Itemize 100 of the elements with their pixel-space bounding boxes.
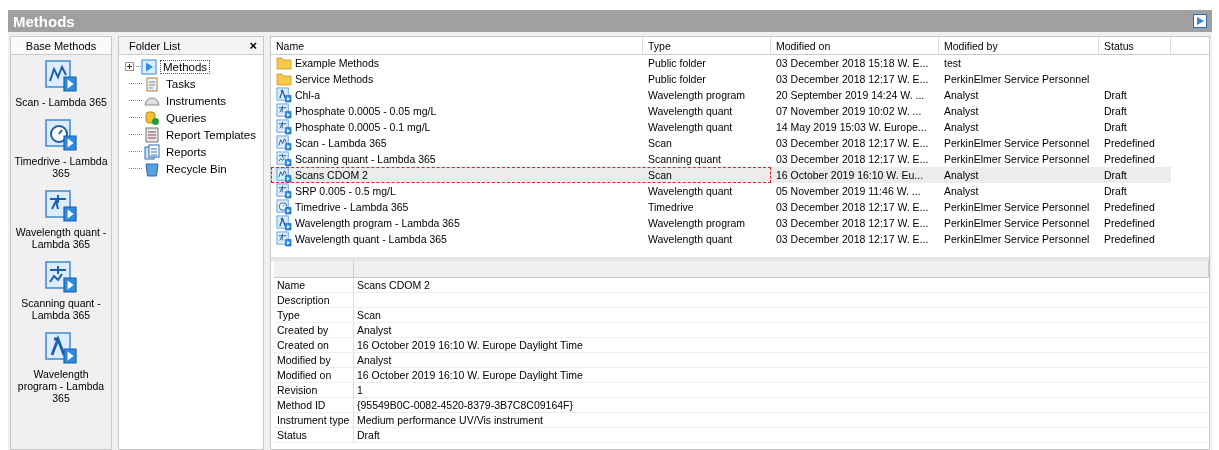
table-row[interactable]: Wavelength program - Lambda 365 Wavelength program 03 December 2018 12:17 W. E... PerkinElmer Service Personnel Predefined	[271, 215, 1171, 231]
table-row[interactable]: Phosphate 0.0005 - 0.05 mg/L Wavelength quant 07 November 2019 10:02 W. ... Analyst Draft	[271, 103, 1171, 119]
table-cell: Scans CDOM 2	[271, 167, 643, 183]
table-cell-text: Analyst	[943, 120, 980, 135]
base-method-label[interactable]: Timedrive - Lambda 365	[13, 155, 109, 179]
table-cell-text: Draft	[1103, 120, 1128, 135]
table-cell-text: Draft	[1103, 184, 1128, 199]
table-cell-text: Analyst	[943, 104, 980, 119]
table-cell-text: 03 December 2018 15:18 W. E...	[775, 56, 930, 71]
scale-icon	[276, 231, 292, 247]
property-label: Modified on	[274, 368, 354, 383]
table-cell-text: Analyst	[943, 168, 980, 183]
column-header[interactable]: Type	[643, 37, 771, 55]
table-cell: SRP 0.005 - 0.5 mg/L	[271, 183, 643, 199]
table-row[interactable]: SRP 0.005 - 0.5 mg/L Wavelength quant 05 November 2019 11:46 W. ... Analyst Draft	[271, 183, 1171, 199]
table-cell-text: Predefined	[1103, 152, 1156, 167]
table-cell: Wavelength quant - Lambda 365	[271, 231, 643, 247]
table-cell: Wavelength program - Lambda 365	[271, 215, 643, 231]
table-cell-text: Draft	[1103, 168, 1128, 183]
table-cell-text: test	[943, 56, 962, 71]
table-cell: Timedrive - Lambda 365	[271, 199, 643, 215]
table-cell: Example Methods	[271, 55, 643, 71]
property-value: Analyst	[357, 354, 392, 366]
stopwatch-icon	[44, 118, 78, 152]
lambda-icon	[276, 87, 292, 103]
column-header[interactable]: Modified on	[771, 37, 939, 55]
table-cell-text: PerkinElmer Service Personnel	[943, 232, 1091, 247]
table-cell-text: Scan	[647, 168, 673, 183]
table-cell: Phosphate 0.0005 - 0.05 mg/L	[271, 103, 643, 119]
table-cell-text: Draft	[1103, 104, 1128, 119]
table-cell-text: Predefined	[1103, 232, 1156, 247]
folder-item[interactable]: Tasks	[163, 76, 199, 91]
table-cell-text: 03 December 2018 12:17 W. E...	[775, 232, 930, 247]
property-value: Analyst	[357, 324, 392, 336]
column-header[interactable]: Name	[271, 37, 643, 55]
table-row[interactable]: Scan - Lambda 365 Scan 03 December 2018 12:17 W. E... PerkinElmer Service Personnel Predefined	[271, 135, 1171, 151]
property-value: {95549B0C-0082-4520-8379-3B7C8C09164F}	[357, 399, 573, 411]
folder-item[interactable]: Methods	[160, 59, 211, 74]
chart-icon	[44, 59, 78, 93]
property-label: Instrument type	[274, 413, 354, 428]
table-row[interactable]: Chl-a Wavelength program 20 September 2019 14:24 W. ... Analyst Draft	[271, 87, 1171, 103]
close-button[interactable]: ×	[249, 38, 257, 53]
table-row[interactable]: Scanning quant - Lambda 365 Scanning quant 03 December 2018 12:17 W. E... PerkinElmer Service Personnel Predefined	[271, 151, 1171, 167]
table-row[interactable]: Scans CDOM 2 Scan 16 October 2019 16:10 W. Eu... Analyst Draft	[271, 167, 1171, 183]
table-cell-text: 14 May 2019 15:03 W. Europe...	[775, 120, 928, 135]
property-value: Draft	[357, 429, 380, 441]
table-row[interactable]: Timedrive - Lambda 365 Timedrive 03 December 2018 12:17 W. E... PerkinElmer Service Personnel Predefined	[271, 199, 1171, 215]
table-cell-text: 16 October 2019 16:10 W. Eu...	[775, 168, 925, 183]
folder-item[interactable]: Instruments	[163, 93, 230, 108]
chart-icon	[276, 167, 292, 183]
play-icon[interactable]	[1193, 14, 1207, 28]
table-cell: Scanning quant - Lambda 365	[271, 151, 643, 167]
folder-item[interactable]: Queries	[163, 110, 210, 125]
table-cell-text: Analyst	[943, 184, 980, 199]
scale-icon	[276, 183, 292, 199]
property-label: Modified by	[274, 353, 354, 368]
stopwatch-icon	[276, 199, 292, 215]
property-label: Method ID	[274, 398, 354, 413]
base-method-label[interactable]: Scanning quant - Lambda 365	[13, 297, 109, 321]
table-row[interactable]: Wavelength quant - Lambda 365 Wavelength quant 03 December 2018 12:17 W. E... PerkinElmer Service Personnel Predefined	[271, 231, 1171, 247]
property-value: Medium performance UV/Vis instrument	[357, 414, 543, 426]
table-row[interactable]: Phosphate 0.0005 - 0.1 mg/L Wavelength quant 14 May 2019 15:03 W. Europe... Analyst Draft	[271, 119, 1171, 135]
table-cell-text: PerkinElmer Service Personnel	[943, 152, 1091, 167]
scale-icon	[276, 119, 292, 135]
table-cell-text: Analyst	[943, 88, 980, 103]
table-cell-text: Predefined	[1103, 200, 1156, 215]
expand-icon[interactable]	[125, 62, 134, 71]
scale-icon	[276, 103, 292, 119]
table-cell: Chl-a	[271, 87, 643, 103]
folder-item[interactable]: Report Templates	[163, 127, 259, 142]
chart-icon	[276, 135, 292, 151]
table-cell: Phosphate 0.0005 - 0.1 mg/L	[271, 119, 643, 135]
table-cell-text: Public folder	[647, 72, 707, 87]
window-title: Methods	[13, 12, 75, 30]
table-cell-text: Timedrive	[647, 200, 695, 215]
table-cell-text: Wavelength program	[647, 216, 747, 231]
table-cell-text: Scanning quant	[647, 152, 722, 167]
column-header[interactable]: Status	[1099, 37, 1171, 55]
property-label: Created on	[274, 338, 354, 353]
table-cell-text: PerkinElmer Service Personnel	[943, 216, 1091, 231]
property-label: Type	[274, 308, 354, 323]
database-icon	[144, 109, 160, 126]
folder-item[interactable]: Recycle Bin	[163, 161, 230, 176]
scale-chart-icon	[44, 260, 78, 294]
table-cell-text: Predefined	[1103, 216, 1156, 231]
column-header[interactable]: Modified by	[939, 37, 1099, 55]
property-value: Scans CDOM 2	[357, 279, 430, 291]
table-cell-text: Draft	[1103, 88, 1128, 103]
table-cell-text: Wavelength quant	[647, 232, 734, 247]
folder-item[interactable]: Reports	[163, 144, 210, 159]
base-method-label[interactable]: Wavelength program - Lambda 365	[13, 368, 109, 404]
table-cell-text: 03 December 2018 12:17 W. E...	[775, 136, 930, 151]
table-row[interactable]: Service Methods Public folder 03 December 2018 12:17 W. E... PerkinElmer Service Personnel	[271, 71, 1171, 87]
base-method-label[interactable]: Wavelength quant - Lambda 365	[13, 226, 109, 250]
bin-icon	[144, 160, 160, 177]
property-label: Revision	[274, 383, 354, 398]
table-row[interactable]: Example Methods Public folder 03 December 2018 15:18 W. E... test	[271, 55, 1171, 71]
property-label: Status	[274, 428, 354, 443]
base-method-label[interactable]: Scan - Lambda 365	[15, 96, 107, 108]
table-cell-text: PerkinElmer Service Personnel	[943, 136, 1091, 151]
